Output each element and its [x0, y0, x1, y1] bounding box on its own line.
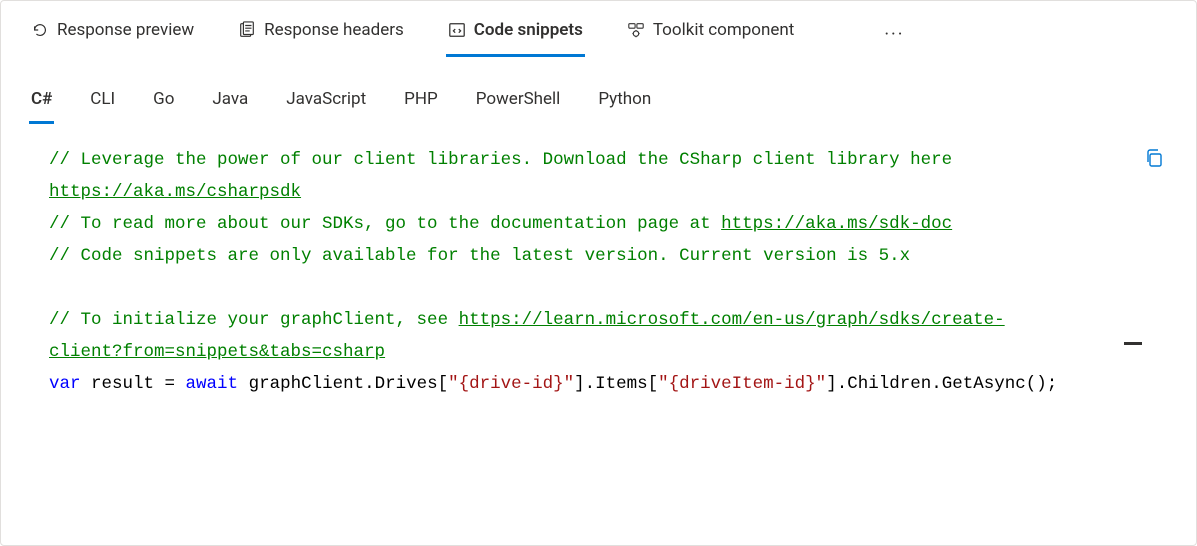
tab-label: Toolkit component	[653, 20, 794, 40]
lang-tab-javascript[interactable]: JavaScript	[284, 85, 368, 124]
code-text: ].Children.GetAsync();	[826, 374, 1057, 394]
copy-icon	[1144, 148, 1164, 168]
response-panel: Response preview Response headers Code s…	[0, 0, 1197, 546]
tab-response-preview[interactable]: Response preview	[29, 12, 196, 57]
code-text: graphClient.Drives[	[238, 374, 448, 394]
copy-button[interactable]	[1144, 148, 1164, 168]
lang-tab-go[interactable]: Go	[151, 85, 176, 124]
code-area: // Leverage the power of our client libr…	[1, 124, 1196, 420]
code-string: "{driveItem-id}"	[658, 374, 826, 394]
language-tab-bar: C# CLI Go Java JavaScript PHP PowerShell…	[1, 57, 1196, 124]
lang-tab-cli[interactable]: CLI	[88, 85, 117, 124]
undo-icon	[31, 21, 49, 39]
tab-toolkit-component[interactable]: Toolkit component	[625, 12, 796, 57]
code-link[interactable]: https://aka.ms/csharpsdk	[49, 182, 301, 202]
headers-icon	[238, 21, 256, 39]
code-text: ].Items[	[574, 374, 658, 394]
code-comment: // Leverage the power of our client libr…	[49, 150, 963, 170]
tab-label: Response headers	[264, 20, 404, 40]
code-icon	[448, 21, 466, 39]
code-keyword: await	[186, 374, 239, 394]
response-tab-bar: Response preview Response headers Code s…	[1, 1, 1196, 57]
lang-tab-java[interactable]: Java	[210, 85, 250, 124]
lang-tab-python[interactable]: Python	[596, 85, 653, 124]
code-text: result =	[81, 374, 186, 394]
code-string: "{drive-id}"	[448, 374, 574, 394]
code-comment: // To initialize your graphClient, see	[49, 310, 459, 330]
toolkit-icon	[627, 21, 645, 39]
tab-label: Code snippets	[474, 20, 583, 40]
lang-tab-powershell[interactable]: PowerShell	[474, 85, 563, 124]
code-comment: // To read more about our SDKs, go to th…	[49, 214, 721, 234]
tab-label: Response preview	[57, 20, 194, 40]
tab-response-headers[interactable]: Response headers	[236, 12, 406, 57]
code-keyword: var	[49, 374, 81, 394]
code-comment: // Code snippets are only available for …	[49, 246, 910, 266]
more-icon[interactable]: ···	[876, 16, 912, 53]
code-link[interactable]: https://aka.ms/sdk-doc	[721, 214, 952, 234]
collapse-icon[interactable]	[1124, 342, 1142, 345]
tab-code-snippets[interactable]: Code snippets	[446, 12, 585, 57]
lang-tab-csharp[interactable]: C#	[29, 85, 54, 124]
lang-tab-php[interactable]: PHP	[402, 85, 440, 124]
code-snippet: // Leverage the power of our client libr…	[49, 144, 1076, 400]
